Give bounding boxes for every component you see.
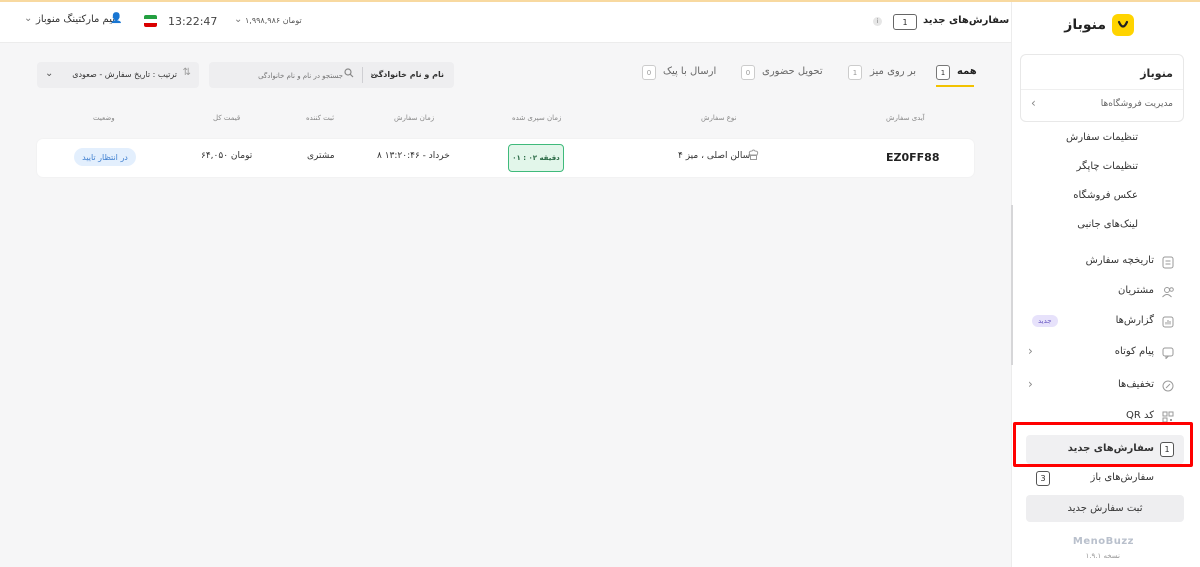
document-icon <box>1160 254 1176 270</box>
sidebar-item-reports[interactable]: گزارش‌ها جدید <box>1022 312 1184 332</box>
sidebar-item-sms[interactable]: پیام کوتاه ‹ <box>1022 343 1184 363</box>
chevron-left-icon: ‹ <box>1031 96 1036 110</box>
logo-text: منوباز <box>1064 17 1106 33</box>
balance[interactable]: ۱,۹۹۸,۹۸۶ تومان <box>245 16 302 25</box>
tab-in-person[interactable]: تحویل حضوری <box>762 66 823 77</box>
highlight-box <box>1013 422 1193 467</box>
header-new-orders-count: 1 <box>893 14 917 30</box>
users-icon <box>1160 284 1176 300</box>
sort-label: ترتیب : تاریخ سفارش - صعودی <box>72 70 177 79</box>
sidebar-item-order-settings[interactable]: تنظیمات سفارش <box>1066 132 1138 143</box>
user-icon: 👤 <box>110 13 123 24</box>
store-name: منوباز <box>1140 67 1173 80</box>
sidebar-item-label: تخفیف‌ها <box>1118 379 1154 390</box>
search-icon[interactable] <box>344 68 354 81</box>
search-field-select[interactable]: نام و نام خانوادگی <box>371 70 444 79</box>
sidebar-item-label: پیام کوتاه <box>1114 346 1154 357</box>
sort-dropdown[interactable]: ⇅ ترتیب : تاریخ سفارش - صعودی ⌄ <box>37 62 199 88</box>
tab-on-table-count: 1 <box>848 65 862 80</box>
creator: مشتری <box>307 151 335 161</box>
brand-wordmark: MenoBuzz <box>1072 536 1134 547</box>
store-manage-link[interactable]: مدیریت فروشگاه‌ها ‹ <box>1021 89 1183 121</box>
store-card: منوباز مدیریت فروشگاه‌ها ‹ <box>1020 54 1184 122</box>
tab-on-table[interactable]: بر روی میز <box>870 66 916 77</box>
clock-time: 13:22:47 <box>168 15 218 28</box>
chevron-down-icon: ⌄ <box>45 68 54 79</box>
sidebar-item-side-links[interactable]: لینک‌های جانبی <box>1077 219 1138 230</box>
balance-chevron-icon[interactable]: ⌄ <box>234 14 242 25</box>
sidebar-item-label: سفارش‌های باز <box>1090 472 1154 483</box>
store-manage-label: مدیریت فروشگاه‌ها <box>1100 99 1173 109</box>
active-tab-indicator <box>936 85 974 87</box>
sidebar-item-order-history[interactable]: تاریخچه سفارش <box>1022 252 1184 272</box>
search-bar: ⌄ نام و نام خانوادگی <box>209 62 454 88</box>
info-icon[interactable]: i <box>873 17 882 26</box>
header-new-orders-label[interactable]: سفارش‌های جدید <box>923 15 1009 26</box>
tab-all-count: 1 <box>936 65 950 80</box>
tab-delivery-count: 0 <box>642 65 656 80</box>
new-order-button[interactable]: ثبت سفارش جدید <box>1026 495 1184 522</box>
message-icon <box>1160 345 1176 361</box>
sidebar: منوباز منوباز مدیریت فروشگاه‌ها ‹ تنظیما… <box>1011 2 1200 567</box>
sidebar-item-customers[interactable]: مشتریان <box>1022 282 1184 302</box>
sidebar-item-printer-settings[interactable]: تنظیمات چاپگر <box>1077 161 1139 172</box>
total-price: ۶۴,۰۵۰ تومان <box>201 151 253 161</box>
col-creator: ثبت کننده <box>306 114 335 122</box>
col-elapsed: زمان سپری شده <box>512 114 562 122</box>
discount-icon <box>1160 378 1176 394</box>
bar-chart-icon <box>1160 314 1176 330</box>
team-name[interactable]: تیم مارکتینگ منوباز <box>36 14 115 25</box>
col-total: قیمت کل <box>213 114 241 122</box>
sort-icon: ⇅ <box>182 67 191 78</box>
chevron-left-icon: ‹ <box>1028 344 1033 358</box>
col-status: وضعیت <box>93 114 115 122</box>
sidebar-item-open-orders[interactable]: سفارش‌های باز 3 <box>1022 469 1184 489</box>
app-version: نسخه ۱.۹.۱ <box>1085 552 1120 560</box>
sidebar-item-label: مشتریان <box>1118 285 1154 296</box>
sidebar-item-label: گزارش‌ها <box>1115 315 1154 326</box>
sidebar-item-label: تاریخچه سفارش <box>1085 255 1154 266</box>
tab-all[interactable]: همه <box>957 66 977 77</box>
search-input[interactable] <box>219 66 345 86</box>
sidebar-item-store-photo[interactable]: عکس فروشگاه <box>1073 190 1138 201</box>
col-order-id: آیدی سفارش <box>886 114 925 122</box>
chevron-down-icon[interactable]: ⌄ <box>24 13 32 24</box>
order-id: EZ0FF88 <box>886 151 940 164</box>
new-badge: جدید <box>1032 315 1058 327</box>
col-order-type: نوع سفارش <box>701 114 737 122</box>
chevron-left-icon: ‹ <box>1028 377 1033 391</box>
logo[interactable]: منوباز <box>1064 12 1134 38</box>
open-orders-count: 3 <box>1036 471 1050 486</box>
top-header: سفارش‌های جدید 1 i ⌄ تیم مارکتینگ منوباز… <box>0 2 1011 43</box>
tab-in-person-count: 0 <box>741 65 755 80</box>
sidebar-item-label: کد QR <box>1125 410 1154 421</box>
status-badge[interactable]: در انتظار تایید <box>74 148 136 166</box>
col-order-time: زمان سفارش <box>394 114 435 122</box>
divider <box>362 67 363 83</box>
table-row[interactable]: EZ0FF88 سالن اصلی ، میز ۴ ۰۱ : ۰۲ دقیقه … <box>37 139 974 177</box>
scrollbar[interactable] <box>1011 205 1013 365</box>
order-type: سالن اصلی ، میز ۴ <box>678 151 751 161</box>
tab-delivery[interactable]: ارسال با پیک <box>663 66 716 77</box>
sidebar-item-discounts[interactable]: تخفیف‌ها ‹ <box>1022 376 1184 396</box>
order-time: ۸ خرداد - ۱۳:۲۰:۴۶ <box>377 151 450 161</box>
elapsed-time-badge: ۰۱ : ۰۲ دقیقه <box>508 144 564 172</box>
logo-icon <box>1112 14 1134 36</box>
iran-flag-icon <box>144 15 157 27</box>
